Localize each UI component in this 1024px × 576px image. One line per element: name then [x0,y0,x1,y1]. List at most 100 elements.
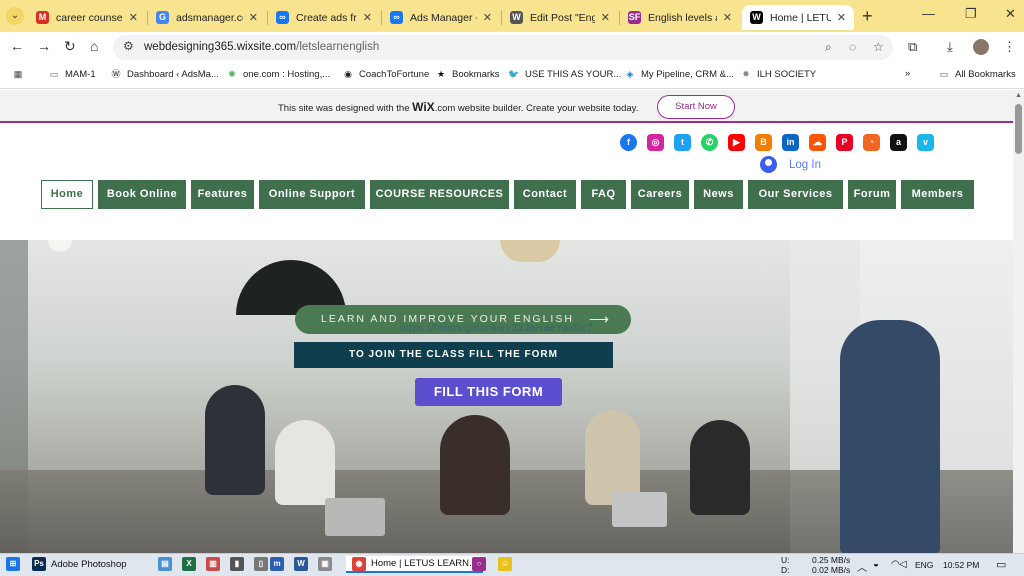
taskbar-app[interactable]: m [270,557,289,571]
vimeo-icon[interactable]: v [917,134,934,151]
nav-item-news[interactable]: News [694,180,743,209]
web-page: This site was designed with the WiX.com … [0,90,1013,553]
tab-close-icon[interactable]: ✕ [601,11,610,24]
nav-item-contact[interactable]: Contact [514,180,576,209]
bookmark-item[interactable]: ✸ ILH SOCIETY [740,68,816,80]
tab-close-icon[interactable]: ✕ [249,11,258,24]
apps-grid-icon[interactable]: ▦ [12,68,29,80]
tab-close-icon[interactable]: ✕ [723,11,732,24]
clock[interactable]: 10:52 PM [943,560,979,570]
taskbar-app[interactable]: ▤ [158,557,177,571]
start-now-button[interactable]: Start Now [657,95,735,119]
bookmark-item[interactable]: Ⓦ Dashboard ‹ AdsMa... [110,68,218,80]
network-icon[interactable]: ◒ [873,559,879,570]
site-info-icon[interactable]: ⚙ [123,39,134,53]
pinterest-icon[interactable]: P [836,134,853,151]
menu-icon[interactable]: ⋮ [1003,39,1016,55]
extensions-icon[interactable]: ⧉ [908,39,917,55]
taskbar-photoshop[interactable]: Ps Adobe Photoshop [32,557,127,571]
minimize-icon[interactable]: — [922,6,935,21]
eye-slash-icon[interactable]: ◌ [849,40,856,54]
profile-avatar[interactable] [973,39,989,55]
tray-chevron-icon[interactable]: ︿ [857,559,867,574]
browser-tab[interactable]: W Edit Post "Englis ✕ [502,5,618,30]
volume-icon[interactable]: ◁ [899,559,907,570]
nav-item-online-support[interactable]: Online Support [259,180,365,209]
taskbar-word[interactable]: W [294,557,313,571]
download-icon[interactable]: ⤓ [947,39,953,55]
folder-icon: ▭ [49,69,59,79]
zoom-icon[interactable]: ⌕ [825,40,832,55]
nav-item-members[interactable]: Members [901,180,974,209]
soundcloud-icon[interactable]: ☁ [809,134,826,151]
nav-item-features[interactable]: Features [191,180,254,209]
bookmark-item[interactable]: ✺ one.com : Hosting,... [226,68,330,80]
bookmarks-overflow-icon[interactable]: » [905,68,910,79]
language-indicator[interactable]: ENG [915,560,933,570]
tab-favicon-icon: ∞ [390,11,403,24]
browser-tab[interactable]: Gadsmanager.con ✕ [148,5,266,30]
taskbar-app[interactable]: ▥ [206,557,225,571]
new-tab-icon[interactable]: + [862,6,873,27]
browser-tab[interactable]: SF English levels an ✕ [620,5,740,30]
close-window-icon[interactable]: ✕ [1005,6,1016,22]
taskbar-app[interactable]: ☺ [498,557,517,571]
scroll-up-icon[interactable]: ▲ [1015,92,1022,99]
tab-favicon-icon: ∞ [276,11,289,24]
rss-icon[interactable]: ◔ [863,134,880,151]
bookmark-star-icon[interactable]: ☆ [873,40,884,54]
form-link-text[interactable]: https://forms.gle/mkwYZkJaHaeYaxDc7 [400,323,593,334]
browser-tab[interactable]: ∞ Create ads from ✕ [268,5,380,30]
bookmark-item[interactable]: ★ Bookmarks [435,68,500,80]
taskbar-app[interactable]: ○ [472,557,491,571]
restore-icon[interactable]: ❐ [965,6,977,22]
tab-close-icon[interactable]: ✕ [363,11,372,24]
tab-search-icon[interactable]: ⌄ [6,7,24,25]
scrollbar-thumb[interactable] [1015,104,1022,154]
taskbar-excel[interactable]: X [182,557,201,571]
home-icon[interactable]: ⌂ [90,38,98,54]
forward-icon[interactable]: → [37,38,51,54]
blogger-icon[interactable]: B [755,134,772,151]
nav-item-course-resources[interactable]: COURSE RESOURCES [370,180,509,209]
bookmark-item[interactable]: ▭ MAM-1 [48,68,96,80]
bookmark-item[interactable]: ◉ CoachToFortune [342,68,429,80]
login-link[interactable]: Log In [760,156,821,173]
windows-start-icon[interactable]: ⊞ [6,557,25,571]
browser-tab[interactable]: Mcareer counsellir ✕ [28,5,146,30]
bookmark-item[interactable]: 🐦 USE THIS AS YOUR... [508,68,621,80]
all-bookmarks[interactable]: ▭ All Bookmarks [938,68,1016,80]
instagram-icon[interactable]: ◎ [647,134,664,151]
tab-favicon-icon: W [510,11,523,24]
amazon-icon[interactable]: a [890,134,907,151]
taskbar-app[interactable]: ▣ [318,557,337,571]
tab-close-icon[interactable]: ✕ [129,11,138,24]
tab-close-icon[interactable]: ✕ [483,11,492,24]
fill-form-button[interactable]: FILL THIS FORM [415,378,562,406]
tab-separator [147,11,148,25]
taskbar-chrome[interactable]: ◉ Home | LETUS LEARN... [346,556,483,573]
browser-tab[interactable]: W Home | LETUS LE ✕ [742,5,854,30]
youtube-icon[interactable]: ▶ [728,134,745,151]
reload-icon[interactable]: ↻ [64,38,76,55]
whatsapp-icon[interactable]: ✆ [701,134,718,151]
tab-separator [381,11,382,25]
nav-item-book-online[interactable]: Book Online [98,180,186,209]
bookmark-item[interactable]: ◈ My Pipeline, CRM &... [624,68,734,80]
nav-item-faq[interactable]: FAQ [581,180,626,209]
notifications-icon[interactable]: ▭ [996,558,1006,571]
nav-item-careers[interactable]: Careers [631,180,689,209]
nav-item-our-services[interactable]: Our Services [748,180,843,209]
tab-favicon-icon: G [156,11,169,24]
linkedin-icon[interactable]: in [782,134,799,151]
browser-tab[interactable]: ∞ Ads Manager - M ✕ [382,5,500,30]
nav-item-home[interactable]: Home [41,180,93,209]
tab-close-icon[interactable]: ✕ [837,11,846,24]
twitter-icon[interactable]: t [674,134,691,151]
facebook-icon[interactable]: f [620,134,637,151]
page-scrollbar[interactable]: ▲ [1013,90,1024,553]
nav-item-forum[interactable]: Forum [848,180,896,209]
address-bar[interactable]: ⚙ webdesigning365.wixsite.com/letslearne… [113,35,893,60]
back-icon[interactable]: ← [10,38,24,54]
taskbar-app[interactable]: ▮ [230,557,249,571]
